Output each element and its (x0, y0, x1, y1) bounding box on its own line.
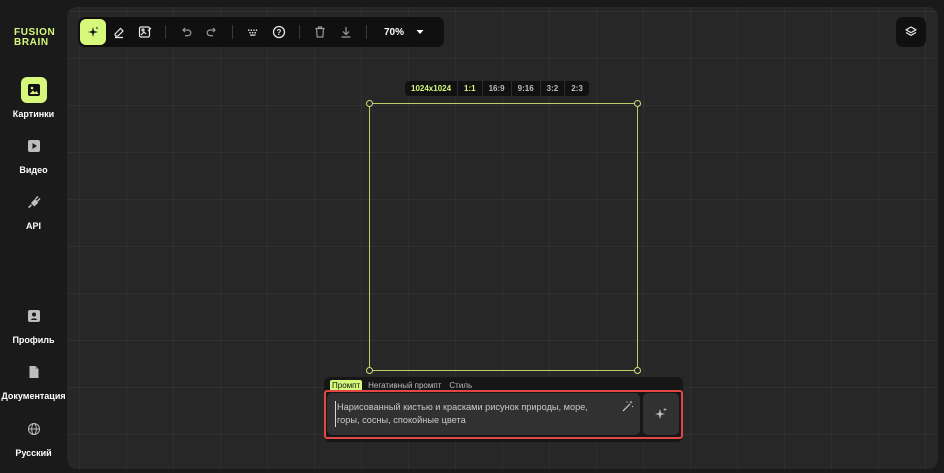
prompt-text[interactable]: Нарисованный кистью и красками рисунок п… (335, 401, 605, 427)
ratio-option-2-3[interactable]: 2:3 (564, 81, 589, 96)
resize-handle-bottom-right[interactable] (634, 367, 641, 374)
image-edit-icon[interactable] (132, 19, 158, 45)
toolbar: ? 70% (78, 17, 444, 47)
help-icon[interactable]: ? (266, 19, 292, 45)
canvas-area[interactable]: ? 70% 1024x1024 1:1 16:9 9:16 3:2 2:3 Пр (67, 7, 938, 469)
zoom-value: 70% (384, 26, 405, 38)
sidebar-item-label: Документация (1, 391, 66, 401)
sparkle-icon[interactable] (80, 19, 106, 45)
resize-handle-top-right[interactable] (634, 100, 641, 107)
eraser-icon[interactable] (106, 19, 132, 45)
image-frame[interactable] (366, 100, 641, 374)
magic-wand-icon[interactable] (621, 400, 634, 418)
play-icon (21, 133, 47, 159)
toolbar-divider (299, 25, 300, 39)
trash-icon[interactable] (307, 19, 333, 45)
toolbar-divider (232, 25, 233, 39)
plug-icon (21, 189, 47, 215)
sidebar-item-docs[interactable]: Документация (0, 359, 67, 401)
sidebar-item-label: Русский (15, 448, 52, 458)
undo-icon[interactable] (173, 19, 199, 45)
zoom-select[interactable]: 70% (374, 27, 434, 38)
document-icon (21, 359, 47, 385)
layers-button[interactable] (896, 17, 926, 47)
sidebar-item-api[interactable]: API (0, 189, 67, 231)
ratio-option-16-9[interactable]: 16:9 (481, 81, 511, 96)
image-icon (20, 77, 47, 103)
svg-text:?: ? (277, 28, 282, 37)
sidebar-item-label: Видео (19, 165, 48, 175)
aspect-ratio-bar: 1024x1024 1:1 16:9 9:16 3:2 2:3 (405, 81, 589, 96)
sidebar-item-language[interactable]: Русский (0, 416, 67, 458)
sidebar-item-label: API (25, 221, 41, 231)
sidebar: FUSION BRAIN Картинки Видео API Профиль … (0, 0, 67, 473)
chevron-down-icon (416, 30, 424, 34)
ratio-option-9-16[interactable]: 9:16 (510, 81, 540, 96)
resize-handle-bottom-left[interactable] (366, 367, 373, 374)
keyboard-icon[interactable] (240, 19, 266, 45)
prompt-input[interactable]: Нарисованный кистью и красками рисунок п… (327, 393, 640, 435)
profile-icon (21, 303, 47, 329)
brand-logo[interactable]: FUSION BRAIN (14, 28, 55, 48)
globe-icon (21, 416, 47, 442)
sidebar-item-profile[interactable]: Профиль (0, 303, 67, 345)
sidebar-item-images[interactable]: Картинки (0, 77, 67, 119)
layers-icon (905, 26, 917, 36)
sidebar-item-label: Профиль (12, 335, 55, 345)
toolbar-divider (165, 25, 166, 39)
redo-icon[interactable] (199, 19, 225, 45)
generate-button[interactable] (643, 393, 679, 435)
download-icon[interactable] (333, 19, 359, 45)
canvas-size-label: 1024x1024 (411, 84, 452, 93)
ratio-option-1-1[interactable]: 1:1 (457, 81, 482, 96)
toolbar-divider (366, 25, 367, 39)
sidebar-item-label: Картинки (12, 109, 55, 119)
ratio-option-3-2[interactable]: 3:2 (539, 81, 565, 96)
resize-handle-top-left[interactable] (366, 100, 373, 107)
sparkle-icon (655, 407, 667, 419)
sidebar-item-video[interactable]: Видео (0, 133, 67, 175)
